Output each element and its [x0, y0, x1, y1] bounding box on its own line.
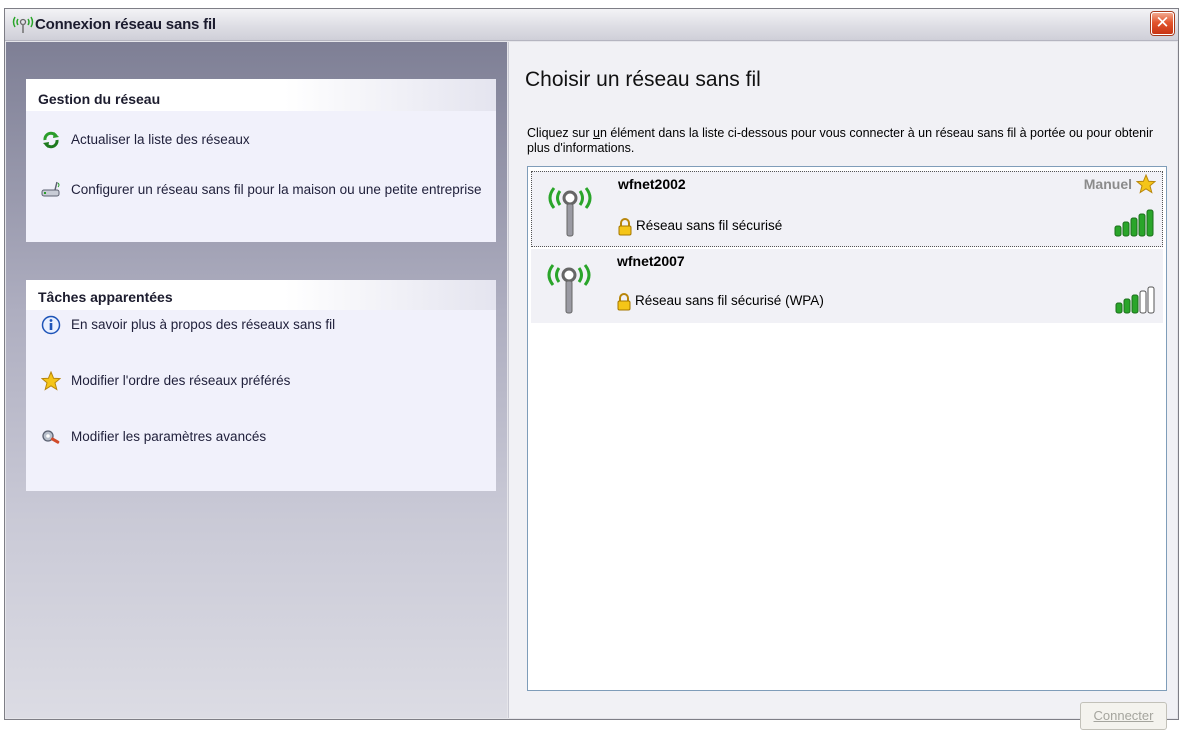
window-title: Connexion réseau sans fil: [35, 16, 216, 33]
configure-wireless-network-label: Configurer un réseau sans fil pour la ma…: [71, 182, 482, 197]
wireless-connection-window: Connexion réseau sans fil ✕ Gestion du r…: [4, 8, 1179, 730]
close-icon: ✕: [1155, 13, 1170, 33]
network-name: wfnet2002: [618, 176, 686, 192]
wireless-icon: [11, 14, 35, 34]
network-choice-pane: Choisir un réseau sans fil Cliquez sur u…: [508, 42, 1177, 730]
refresh-network-list-link[interactable]: Actualiser la liste des réseaux: [26, 131, 496, 149]
star-icon: [40, 370, 62, 391]
network-list[interactable]: wfnet2002 Réseau sans fil sécurisé Manue…: [527, 166, 1167, 691]
close-button[interactable]: ✕: [1151, 12, 1174, 35]
learn-about-wireless-label: En savoir plus à propos des réseaux sans…: [71, 317, 336, 332]
settings-icon: [40, 427, 62, 447]
wireless-antenna-icon: [540, 180, 600, 240]
refresh-network-list-label: Actualiser la liste des réseaux: [71, 132, 250, 147]
page-title: Choisir un réseau sans fil: [525, 68, 761, 91]
network-item-wfnet2007[interactable]: wfnet2007 Réseau sans fil sécurisé (WPA): [531, 249, 1163, 323]
related-tasks-header[interactable]: Tâches apparentées: [26, 280, 496, 310]
network-status: Manuel: [1083, 176, 1132, 192]
advanced-settings-link[interactable]: Modifier les paramètres avancés: [26, 428, 496, 446]
network-security: Réseau sans fil sécurisé: [618, 218, 783, 236]
advanced-settings-label: Modifier les paramètres avancés: [71, 429, 267, 444]
network-security-label: Réseau sans fil sécurisé (WPA): [635, 293, 824, 308]
connect-button-label: Connecter: [1093, 708, 1154, 723]
signal-strength-icon: [1115, 285, 1157, 315]
change-preferred-order-link[interactable]: Modifier l'ordre des réseaux préférés: [26, 370, 496, 391]
network-management-header[interactable]: Gestion du réseau: [26, 79, 496, 111]
info-icon: [40, 315, 62, 335]
instructions-text: Cliquez sur un élément dans la liste ci-…: [527, 126, 1167, 156]
network-security-label: Réseau sans fil sécurisé: [636, 218, 783, 233]
network-security: Réseau sans fil sécurisé (WPA): [617, 293, 824, 311]
network-item-wfnet2002[interactable]: wfnet2002 Réseau sans fil sécurisé Manue…: [531, 171, 1163, 247]
change-preferred-order-label: Modifier l'ordre des réseaux préférés: [71, 373, 291, 388]
connect-button[interactable]: Connecter: [1080, 702, 1167, 730]
network-management-panel: Gestion du réseau Actualiser la liste de…: [26, 79, 496, 242]
task-pane: Gestion du réseau Actualiser la liste de…: [6, 42, 507, 718]
refresh-icon: [40, 130, 62, 150]
lock-icon: [618, 218, 632, 236]
configure-wireless-network-link[interactable]: Configurer un réseau sans fil pour la ma…: [26, 181, 496, 199]
lock-icon: [617, 293, 631, 311]
wireless-antenna-icon: [539, 257, 599, 317]
learn-about-wireless-link[interactable]: En savoir plus à propos des réseaux sans…: [26, 315, 496, 335]
wireless-router-icon: [40, 180, 62, 200]
signal-strength-icon: [1114, 208, 1156, 238]
instructions-part-2: n élément dans la liste ci-dessous pour …: [527, 126, 1154, 155]
related-tasks-panel: Tâches apparentées En savoir plus à prop…: [26, 280, 496, 491]
instructions-part-1: Cliquez sur: [527, 126, 593, 140]
title-bar[interactable]: Connexion réseau sans fil ✕: [5, 9, 1178, 41]
instructions-accelerator: u: [593, 126, 600, 140]
preferred-star-icon: [1135, 173, 1157, 194]
network-name: wfnet2007: [617, 253, 685, 269]
